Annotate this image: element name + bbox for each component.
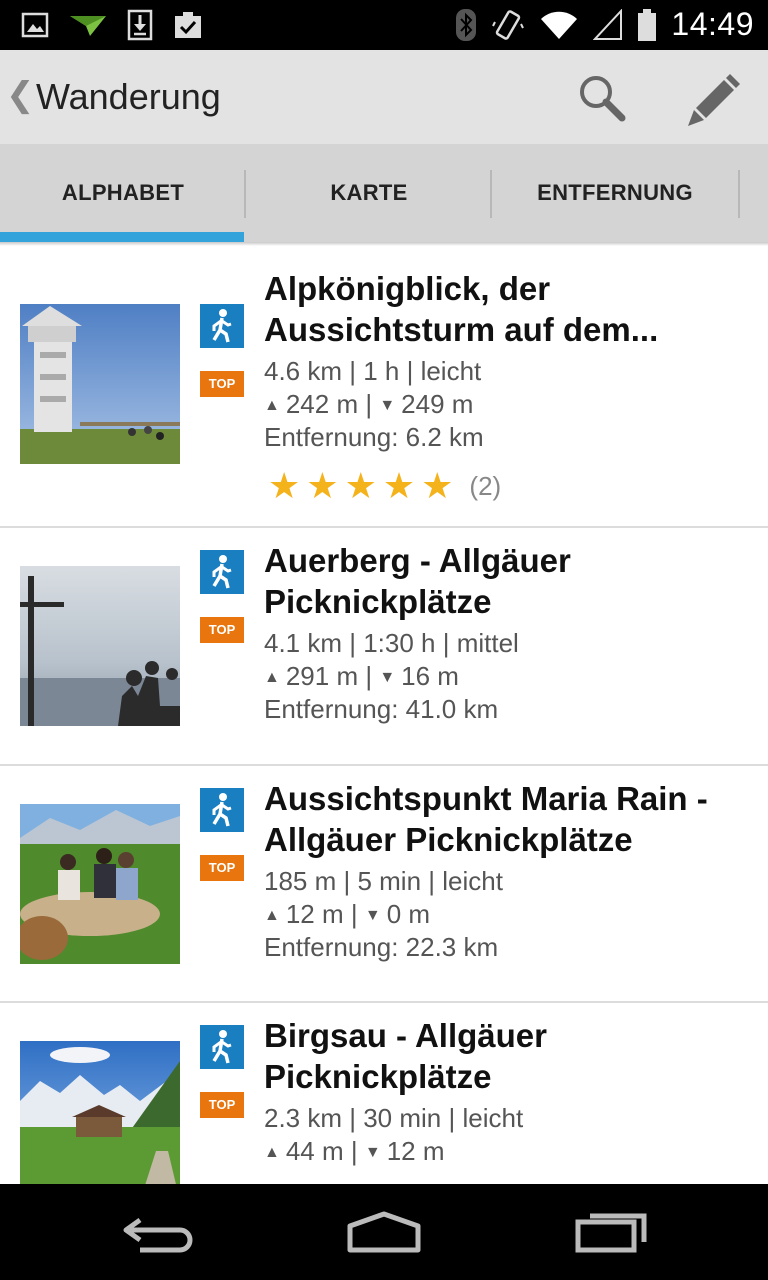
wifi-icon	[541, 11, 578, 39]
hike-thumbnail	[20, 1041, 180, 1184]
hike-title: Auerberg - Allgäuer Picknickplätze	[264, 542, 571, 620]
tab-label: ENTFERNUNG	[537, 180, 693, 205]
action-bar: ❮ Wanderung	[0, 50, 768, 144]
hike-title: Birgsau - Allgäuer Picknickplätze	[264, 1017, 547, 1095]
send-icon	[70, 16, 106, 36]
edit-pencil-icon[interactable]	[684, 70, 742, 128]
hike-elevation: ▲ 12 m | ▼ 0 m	[264, 899, 431, 929]
hiking-icon	[200, 304, 244, 348]
hiking-icon	[200, 788, 244, 832]
ascent-value: 12 m	[285, 899, 344, 929]
rating-stars: ★ ★ ★ ★ ★ (2)	[268, 468, 501, 504]
signal-icon	[593, 8, 623, 40]
star-icon: ★	[268, 465, 301, 506]
top-badge: TOP	[200, 617, 244, 643]
ascent-value: 44 m	[285, 1136, 344, 1166]
list-item[interactable]: TOP Birgsau - Allgäuer Picknickplätze 2.…	[0, 1003, 768, 1184]
tab-bar: ALPHABET KARTE ENTFERNUNG	[0, 144, 768, 242]
active-tab-indicator	[0, 232, 244, 242]
back-icon[interactable]	[110, 1208, 210, 1258]
tab-overflow	[738, 144, 768, 242]
ascent-icon: ▲	[264, 397, 280, 414]
vibrate-icon	[492, 9, 525, 40]
descent-icon: ▼	[379, 397, 396, 414]
ascent-value: 242 m	[285, 389, 359, 419]
ascent-icon: ▲	[264, 907, 280, 924]
clipboard-check-icon	[175, 12, 201, 38]
tab-divider	[738, 170, 740, 218]
page-title[interactable]: Wanderung	[36, 76, 221, 118]
clock: 14:49	[671, 6, 754, 42]
hiking-icon	[200, 550, 244, 594]
hike-distance: Entfernung: 22.3 km	[264, 932, 499, 962]
star-icon: ★	[421, 465, 454, 506]
ascent-icon: ▲	[264, 669, 280, 686]
list-item[interactable]: TOP Aussichtspunkt Maria Rain - Allgäuer…	[0, 766, 768, 1003]
descent-value: 12 m	[386, 1136, 445, 1166]
descent-value: 0 m	[386, 899, 431, 929]
tab-label: ALPHABET	[61, 180, 185, 205]
hike-stats: 4.1 km | 1:30 h | mittel	[264, 628, 519, 658]
descent-icon: ▼	[364, 1144, 381, 1161]
system-status-icons: 14:49	[455, 6, 754, 43]
top-badge: TOP	[200, 855, 244, 881]
hike-stats: 2.3 km | 30 min | leicht	[264, 1103, 524, 1133]
notification-icons	[20, 8, 204, 42]
descent-icon: ▼	[364, 907, 381, 924]
bluetooth-icon	[456, 8, 477, 41]
hike-title: Alpkönigblick, der Aussichtsturm auf dem…	[264, 270, 659, 348]
rating-count: (2)	[469, 470, 502, 501]
hike-elevation: ▲ 291 m | ▼ 16 m	[264, 661, 459, 691]
tab-label: KARTE	[330, 180, 408, 205]
status-bar: 14:49	[0, 0, 768, 50]
ascent-value: 291 m	[285, 661, 359, 691]
tab-karte[interactable]: KARTE	[246, 144, 492, 242]
hike-title: Aussichtspunkt Maria Rain - Allgäuer Pic…	[264, 780, 708, 858]
descent-value: 16 m	[401, 661, 459, 691]
search-icon[interactable]	[576, 72, 628, 124]
hike-thumbnail	[20, 804, 180, 964]
star-icon: ★	[306, 465, 339, 506]
star-icon: ★	[382, 465, 416, 506]
list-item[interactable]: TOP Auerberg - Allgäuer Picknickplätze 4…	[0, 528, 768, 766]
star-icon: ★	[344, 465, 377, 506]
download-icon	[127, 9, 153, 41]
descent-icon: ▼	[379, 669, 396, 686]
hike-list[interactable]: TOP Alpkönigblick, der Aussichtsturm auf…	[0, 244, 768, 1184]
top-badge: TOP	[200, 371, 244, 397]
list-item[interactable]: TOP Alpkönigblick, der Aussichtsturm auf…	[0, 244, 768, 528]
descent-value: 249 m	[401, 389, 474, 419]
hike-elevation: ▲ 242 m | ▼ 249 m	[264, 389, 474, 419]
tab-entfernung[interactable]: ENTFERNUNG	[492, 144, 738, 242]
recent-apps-icon[interactable]	[566, 1208, 666, 1258]
up-navigation-icon[interactable]: ❮	[6, 78, 35, 112]
hike-stats: 4.6 km | 1 h | leicht	[264, 356, 482, 386]
hike-distance: Entfernung: 41.0 km	[264, 694, 499, 724]
home-icon[interactable]	[334, 1208, 434, 1258]
hike-stats: 185 m | 5 min | leicht	[264, 866, 503, 896]
hike-distance: Entfernung: 6.2 km	[264, 422, 484, 452]
battery-icon	[638, 8, 657, 41]
hike-thumbnail	[20, 566, 180, 726]
top-badge: TOP	[200, 1092, 244, 1118]
hike-thumbnail	[20, 304, 180, 464]
tab-alphabet[interactable]: ALPHABET	[0, 144, 246, 242]
image-icon	[21, 12, 49, 38]
hike-elevation: ▲ 44 m | ▼ 12 m	[264, 1136, 445, 1166]
navigation-bar	[0, 1184, 768, 1280]
hiking-icon	[200, 1025, 244, 1069]
ascent-icon: ▲	[264, 1144, 280, 1161]
